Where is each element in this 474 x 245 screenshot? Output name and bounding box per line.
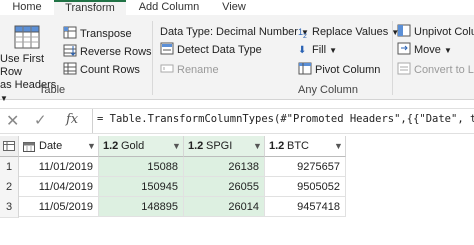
column-name: SPGI xyxy=(206,140,233,152)
decimal-type-icon: 1.2 xyxy=(103,140,119,152)
date-cell[interactable]: 11/04/2019 xyxy=(19,177,99,197)
data-grid: Date ▼ 1.2 Gold ▼ 1.2 SPGI ▼ 1.2 BTC ▼ 1… xyxy=(0,136,474,245)
gold-cell[interactable]: 150945 xyxy=(99,177,184,197)
calendar-icon xyxy=(23,142,35,152)
column-name: Date xyxy=(39,140,63,152)
replace-values-button[interactable]: 12 Replace Values ▼ xyxy=(298,24,399,40)
data-type-dropdown[interactable]: Data Type: Decimal Number ▼ xyxy=(160,24,309,40)
decimal-type-icon: 1.2 xyxy=(188,140,204,152)
unpivot-icon xyxy=(397,24,411,37)
column-name: BTC xyxy=(287,140,309,152)
formula-controls: ✕ ✓ fx xyxy=(0,109,93,133)
use-first-row-as-headers-button[interactable]: Use First Row as Headers ▼ xyxy=(0,25,60,103)
check-icon[interactable]: ✓ xyxy=(34,111,47,129)
count-rows-button[interactable]: Count Rows xyxy=(63,62,140,78)
chevron-down-icon[interactable]: ▼ xyxy=(87,136,96,156)
convert-to-list-icon xyxy=(397,62,411,75)
tab-home[interactable]: Home xyxy=(4,0,50,15)
reverse-rows-icon xyxy=(63,44,77,57)
spgi-cell[interactable]: 26138 xyxy=(184,157,265,177)
pivot-column-icon xyxy=(298,62,312,75)
table-menu-button[interactable] xyxy=(0,136,19,157)
unpivot-columns-dropdown[interactable]: Unpivot Colu xyxy=(397,24,474,40)
btc-cell[interactable]: 9457418 xyxy=(265,197,346,217)
fill-dropdown[interactable]: ⬇ Fill ▼ xyxy=(298,42,337,58)
table-group-label: Table xyxy=(38,84,66,96)
any-column-group-label: Any Column xyxy=(298,84,358,96)
move-dropdown[interactable]: Move ▼ xyxy=(397,42,452,58)
chevron-down-icon[interactable]: ▼ xyxy=(253,136,262,156)
gold-cell[interactable]: 148895 xyxy=(99,197,184,217)
column-name: Gold xyxy=(121,140,145,152)
reverse-rows-button[interactable]: Reverse Rows xyxy=(63,44,152,60)
use-first-row-label: Use First Row as Headers ▼ xyxy=(0,53,57,103)
column-header-date[interactable]: Date ▼ xyxy=(19,136,99,157)
rename-icon xyxy=(160,64,174,73)
column-header-spgi[interactable]: 1.2 SPGI ▼ xyxy=(184,136,265,157)
ribbon-separator xyxy=(152,21,153,95)
row-number[interactable]: 1 xyxy=(0,157,19,178)
ribbon: Use First Row as Headers ▼ Transpose Rev… xyxy=(0,15,474,103)
rename-button[interactable]: Rename xyxy=(160,62,219,78)
gold-cell[interactable]: 15088 xyxy=(99,157,184,177)
row-number[interactable]: 2 xyxy=(0,177,19,198)
detect-data-type-icon xyxy=(160,42,174,55)
formula-input[interactable]: = Table.TransformColumnTypes(#"Promoted … xyxy=(97,113,474,125)
date-cell[interactable]: 11/01/2019 xyxy=(19,157,99,177)
tab-add-column[interactable]: Add Column xyxy=(132,0,206,15)
convert-to-list-button[interactable]: Convert to Lis xyxy=(397,62,474,78)
chevron-down-icon[interactable]: ▼ xyxy=(334,136,343,156)
transpose-button[interactable]: Transpose xyxy=(63,26,132,42)
row-number[interactable]: 3 xyxy=(0,197,19,218)
decimal-type-icon: 1.2 xyxy=(269,140,285,152)
btc-cell[interactable]: 9275657 xyxy=(265,157,346,177)
ribbon-tab-bar: Home Transform Add Column View xyxy=(0,0,474,17)
ribbon-separator-2 xyxy=(392,21,393,95)
fill-down-icon: ⬇ xyxy=(298,45,307,56)
chevron-down-icon[interactable]: ▼ xyxy=(172,136,181,156)
formula-bar: ✕ ✓ fx = Table.TransformColumnTypes(#"Pr… xyxy=(0,108,474,134)
tab-view[interactable]: View xyxy=(212,0,256,15)
spgi-cell[interactable]: 26055 xyxy=(184,177,265,197)
detect-data-type-button[interactable]: Detect Data Type xyxy=(160,42,262,58)
date-cell[interactable]: 11/05/2019 xyxy=(19,197,99,217)
pivot-column-button[interactable]: Pivot Column xyxy=(298,62,380,78)
table-headers-icon xyxy=(14,25,40,49)
column-header-btc[interactable]: 1.2 BTC ▼ xyxy=(265,136,346,157)
count-rows-icon xyxy=(63,62,77,75)
column-header-gold[interactable]: 1.2 Gold ▼ xyxy=(99,136,184,157)
cancel-icon[interactable]: ✕ xyxy=(6,111,19,131)
btc-cell[interactable]: 9505052 xyxy=(265,177,346,197)
table-icon xyxy=(3,141,15,151)
spgi-cell[interactable]: 26014 xyxy=(184,197,265,217)
transpose-icon xyxy=(63,26,77,39)
fx-icon[interactable]: fx xyxy=(66,112,78,127)
move-icon xyxy=(397,42,411,55)
